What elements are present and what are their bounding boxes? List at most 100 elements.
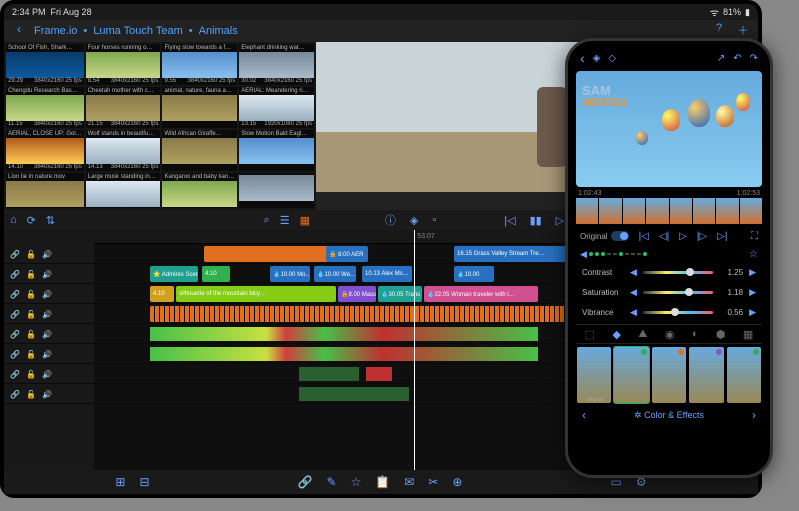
library-thumb[interactable]: Chengdu Research Bas… 11.153840x2160 25 … <box>6 87 84 128</box>
tab-levels-icon[interactable]: ⛰ <box>638 328 647 341</box>
undo-icon[interactable]: ↶ <box>733 53 741 64</box>
keyframe-strip[interactable]: ◀ ☆ <box>576 248 762 260</box>
speaker-icon[interactable] <box>42 329 52 339</box>
timeline-clip[interactable]: 💧30.05 Trans f… <box>378 286 422 302</box>
chevron-right-icon[interactable]: ▶ <box>749 267 756 278</box>
preset-thumb[interactable] <box>689 347 723 403</box>
mini-filmstrip[interactable] <box>576 198 762 224</box>
timeline-clip[interactable]: 💧10.00 We… <box>314 266 356 282</box>
track-head-a4[interactable] <box>4 384 94 404</box>
tool-star-icon[interactable]: ☆ <box>351 475 362 489</box>
library-thumb[interactable]: AERIAL: Meandering ri… 13.151920x1080 25… <box>239 87 314 128</box>
slider-knob[interactable] <box>686 268 694 276</box>
preset-thumb[interactable] <box>727 347 761 403</box>
panel-label[interactable]: ✲ Color & Effects <box>634 410 704 421</box>
library-thumb[interactable]: Large musk standing in… <box>86 173 161 208</box>
track-head-v1[interactable] <box>4 244 94 264</box>
track-head-v4[interactable] <box>4 304 94 324</box>
tab-lut-icon[interactable]: ▦ <box>743 328 753 341</box>
timeline-clip[interactable]: 4.10 <box>150 286 174 302</box>
link-icon[interactable] <box>10 349 20 359</box>
refresh-icon[interactable]: ⟳ <box>27 214 36 227</box>
tab-color-icon[interactable]: ◆ <box>612 328 620 341</box>
speaker-icon[interactable] <box>42 389 52 399</box>
speaker-icon[interactable] <box>42 249 52 259</box>
remove-track-icon[interactable]: ⊟ <box>139 475 149 489</box>
link-icon[interactable] <box>10 309 20 319</box>
chevron-left-icon[interactable]: ◀ <box>630 267 637 278</box>
tab-curves-icon[interactable]: ◉ <box>665 328 675 341</box>
timeline-clip[interactable] <box>150 306 580 322</box>
lock-icon[interactable] <box>26 389 36 399</box>
track-head-a2[interactable] <box>4 344 94 364</box>
library-thumb[interactable] <box>239 173 314 208</box>
lock-icon[interactable] <box>26 289 36 299</box>
audio-clip[interactable] <box>150 347 538 361</box>
redo-icon[interactable]: ↷ <box>750 53 758 64</box>
chevron-left-icon[interactable]: ◀ <box>630 287 637 298</box>
lock-icon[interactable] <box>26 329 36 339</box>
speaker-icon[interactable] <box>42 349 52 359</box>
lock-icon[interactable] <box>26 269 36 279</box>
preset-thumb[interactable] <box>652 347 686 403</box>
slider-track[interactable] <box>643 271 713 274</box>
audio-clip[interactable] <box>299 367 359 381</box>
fullscreen-icon[interactable]: ⛶ <box>751 231 758 242</box>
skip-back-icon[interactable]: |◁ <box>504 214 515 227</box>
link-icon[interactable] <box>10 289 20 299</box>
tab-crop-icon[interactable]: ⬚ <box>585 328 595 341</box>
tool-scissors-icon[interactable]: ✂ <box>428 475 438 489</box>
library-thumb[interactable]: Wild African Giraffe… <box>162 130 237 171</box>
track-head-a1[interactable] <box>4 324 94 344</box>
speaker-icon[interactable] <box>42 309 52 319</box>
chevron-right-icon[interactable]: ▶ <box>749 287 756 298</box>
tab-style-icon[interactable]: ⬢ <box>716 328 726 341</box>
library-thumb[interactable]: Flying slow towards a f… 9.553840x2160 2… <box>162 44 237 85</box>
toggle-switch[interactable] <box>611 231 629 241</box>
chevron-left-icon[interactable]: ‹ <box>582 408 586 422</box>
link-icon[interactable] <box>10 249 20 259</box>
timeline-clip[interactable]: ⭐ Admires Scenery <box>150 266 198 282</box>
speaker-icon[interactable] <box>42 269 52 279</box>
breadcrumb-0[interactable]: Frame.io <box>34 25 77 37</box>
home-icon[interactable]: ⌂ <box>10 214 17 226</box>
breadcrumb-2[interactable]: Animals <box>199 25 238 37</box>
audio-clip[interactable] <box>299 387 409 401</box>
track-head-a3[interactable] <box>4 364 94 384</box>
chevron-right-icon[interactable]: › <box>752 408 756 422</box>
chevron-left-icon[interactable]: ◀ <box>580 249 587 260</box>
track-head-v2[interactable] <box>4 264 94 284</box>
preset-thumb[interactable] <box>614 347 648 403</box>
tool-pencil-icon[interactable]: ✎ <box>327 475 337 489</box>
tool-clipboard-icon[interactable]: 📋 <box>375 475 390 489</box>
back-chevron-icon[interactable]: ‹ <box>580 50 585 66</box>
speaker-icon[interactable] <box>42 289 52 299</box>
phone-preview[interactable]: SAM NEWS24 <box>576 71 762 187</box>
library-thumb[interactable]: Four horses running o… 8.543840x2160 25 … <box>86 44 161 85</box>
track-head-v3[interactable] <box>4 284 94 304</box>
speaker-icon[interactable] <box>42 369 52 379</box>
skip-back-icon[interactable]: |◁ <box>639 231 649 242</box>
tool-add-icon[interactable]: ⊕ <box>452 475 462 489</box>
marker-icon[interactable]: ▫ <box>432 214 436 226</box>
chevron-right-icon[interactable]: ▶ <box>749 307 756 318</box>
info-icon[interactable]: ⓘ <box>385 212 396 228</box>
timeline-clip[interactable]: 💧10.00 <box>454 266 494 282</box>
play-pause-icon[interactable]: ▮▮ <box>530 214 542 227</box>
chevron-left-icon[interactable]: ◀ <box>630 307 637 318</box>
library-grid[interactable]: School Of Fish, Shark… 29.293840x2160 25… <box>4 42 316 210</box>
library-thumb[interactable]: Elephant drinking wat… 30.023840x2160 25… <box>239 44 314 85</box>
timeline-clip[interactable]: 16.15 Grass Valley Stream Tre… <box>454 246 576 262</box>
slider-knob[interactable] <box>671 308 679 316</box>
library-thumb[interactable]: Kangaroo and baby kan… <box>162 173 237 208</box>
library-thumb[interactable]: AERIAL, CLOSE UP: Gol… 14.103840x2160 25… <box>6 130 84 171</box>
link-icon[interactable] <box>10 369 20 379</box>
library-thumb[interactable]: Cheetah mother with c… 21.153840x2160 25… <box>86 87 161 128</box>
playhead[interactable] <box>414 230 415 470</box>
timeline-clip[interactable]: 4.10 <box>202 266 230 282</box>
play-icon[interactable]: ▷ <box>679 231 687 242</box>
timeline-clip[interactable]: 💧10.00 Mo… <box>270 266 310 282</box>
timeline-clip[interactable]: 🔒 8:00 AER <box>326 246 368 262</box>
preset-thumb[interactable]: Original <box>577 347 611 403</box>
timeline-clip[interactable]: 🔒8.00 Mass… <box>338 286 376 302</box>
